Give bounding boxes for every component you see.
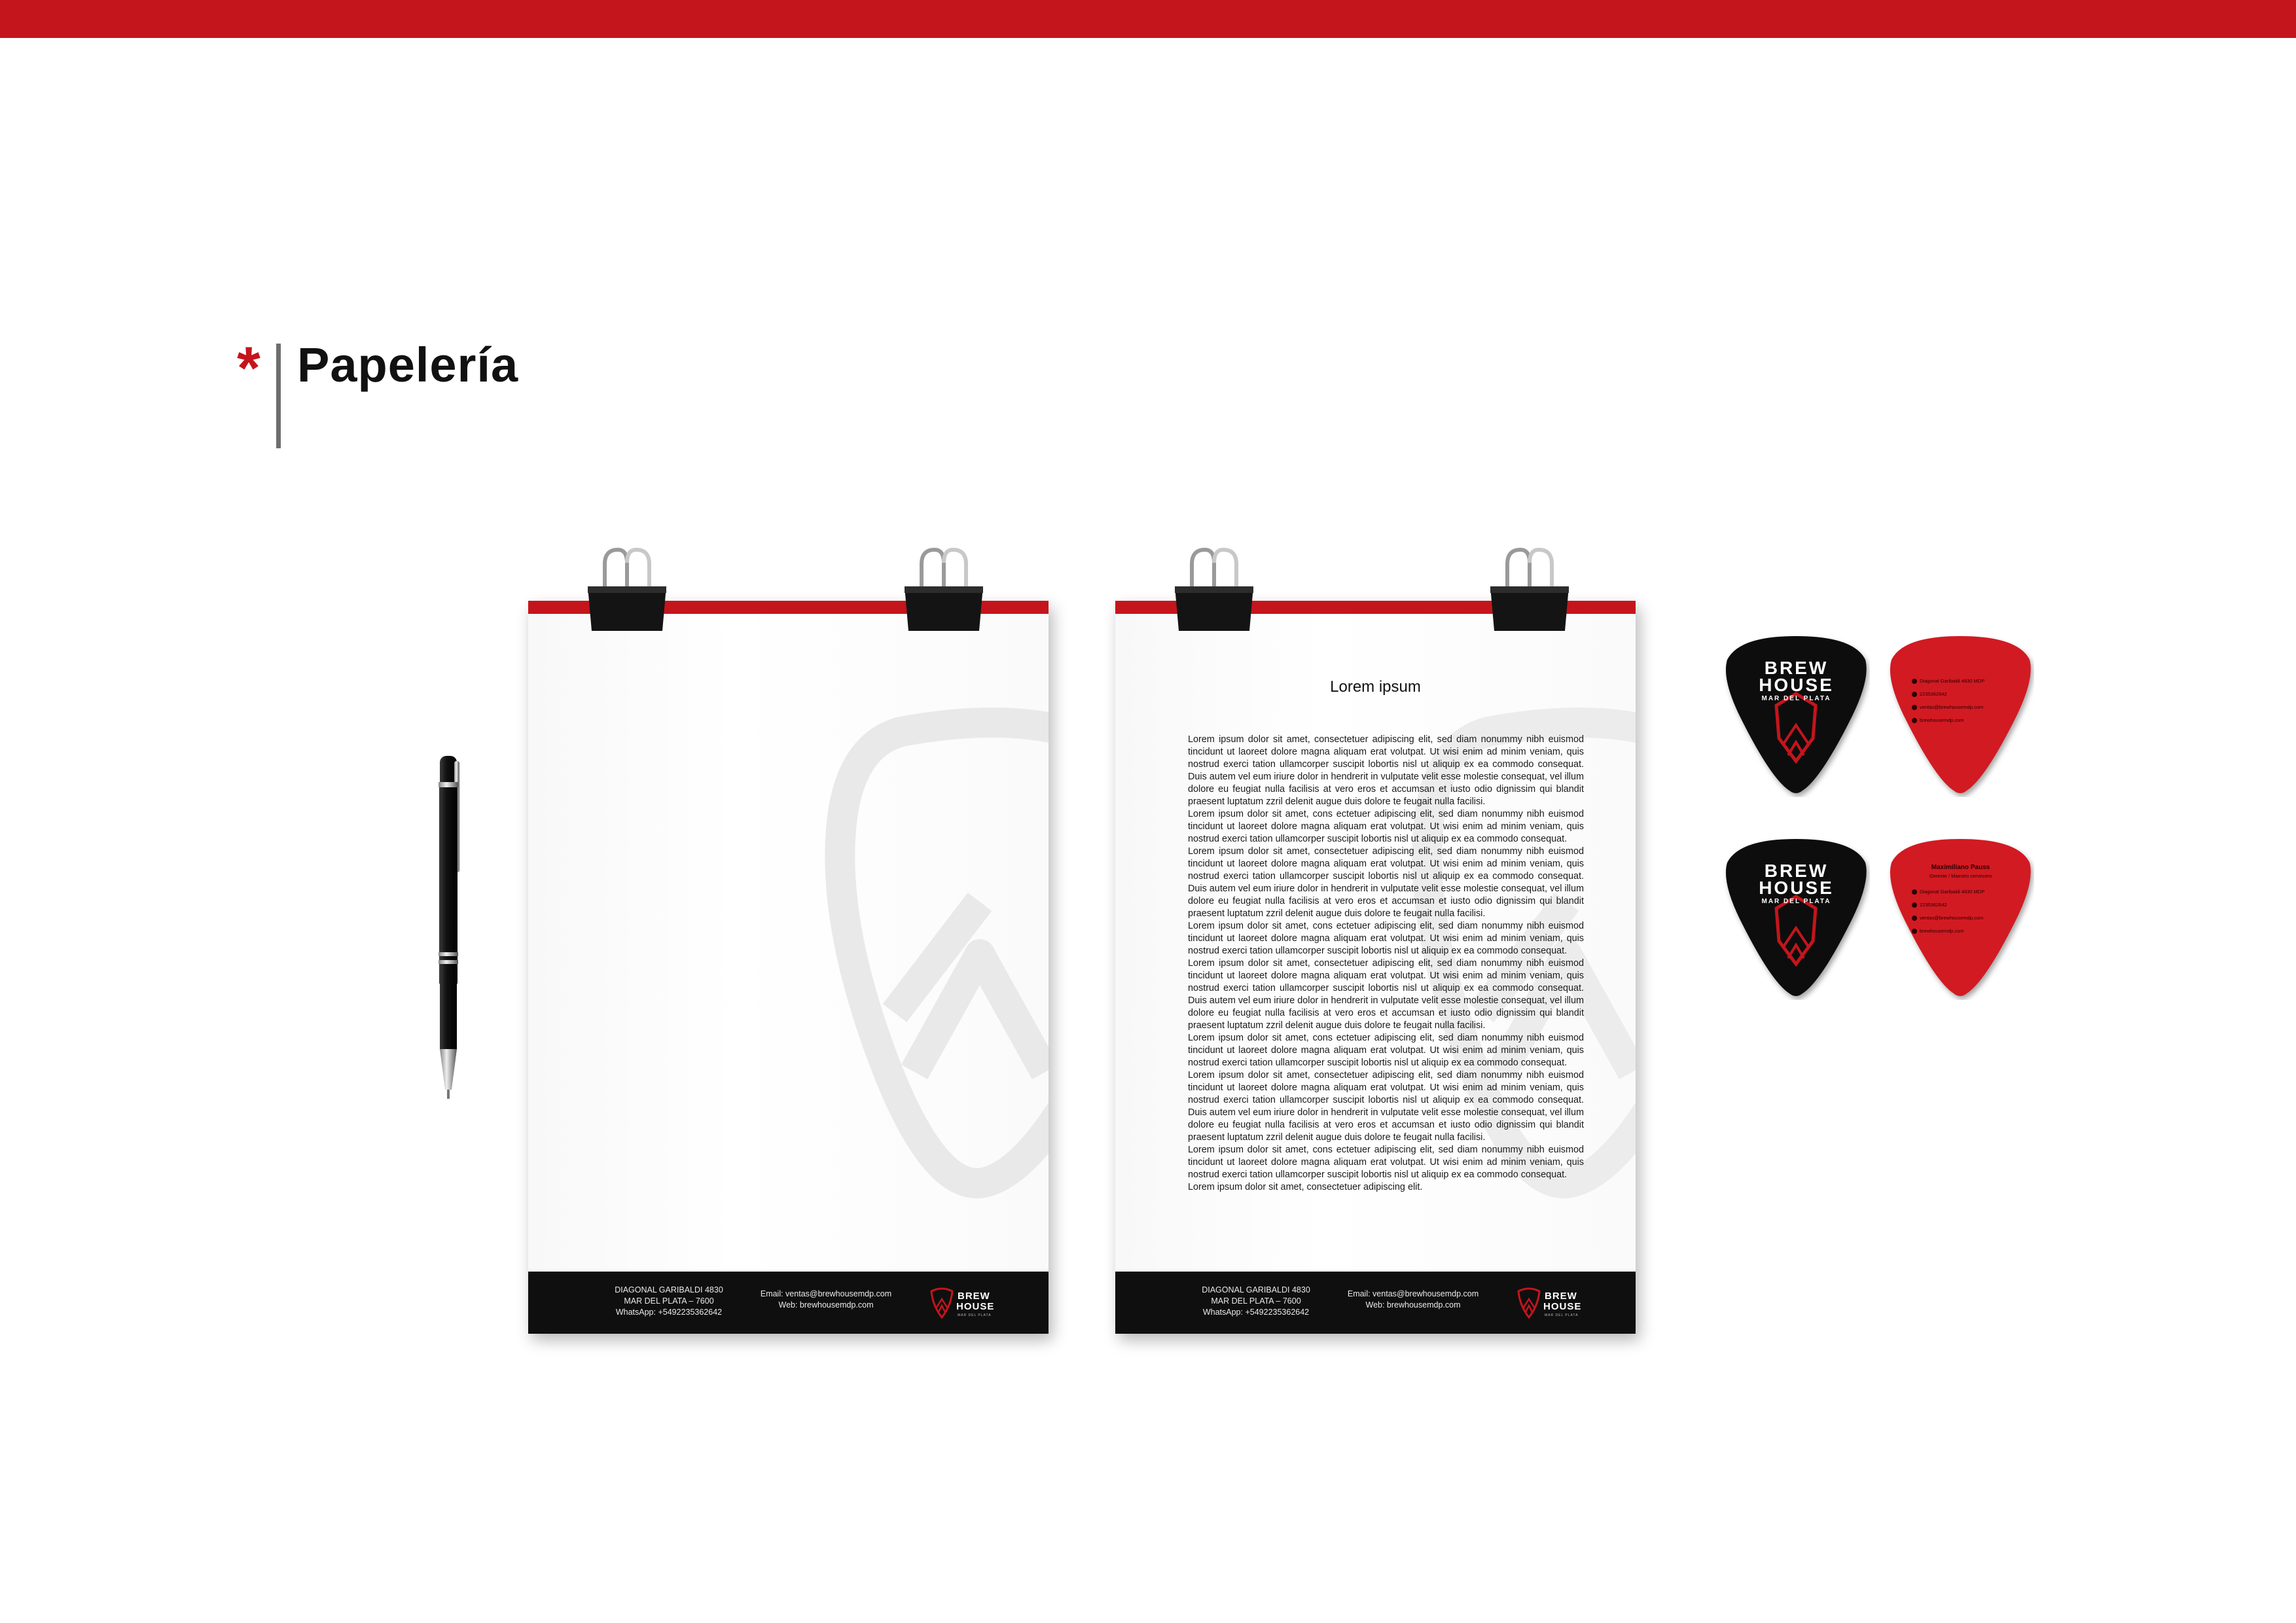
address-line: DIAGONAL GARIBALDI 4830: [615, 1285, 723, 1294]
svg-text:HOUSE: HOUSE: [1543, 1301, 1581, 1312]
card-web: brewhousemdp.com: [1920, 928, 1964, 934]
svg-text:MAR DEL PLATA: MAR DEL PLATA: [958, 1313, 992, 1317]
location-icon: [1912, 889, 1917, 895]
card-email: ventas@brewhousemdp.com: [1920, 915, 1984, 921]
binder-clip-icon: [588, 547, 666, 631]
business-card-front: BREW HOUSE MAR DEL PLATA: [1723, 633, 1870, 797]
logo-word-city: MAR DEL PLATA: [1761, 695, 1831, 702]
letterhead-blank: DIAGONAL GARIBALDI 4830 MAR DEL PLATA – …: [528, 601, 1049, 1334]
card-phone: 2235362642: [1920, 691, 1947, 697]
email-line: Email: ventas@brewhousemdp.com: [760, 1289, 892, 1298]
logo-word-city: MAR DEL PLATA: [1761, 898, 1831, 905]
letterhead-with-text: Lorem ipsum Lorem ipsum dolor sit amet, …: [1115, 601, 1636, 1334]
email-icon: [1912, 705, 1917, 710]
card-person-name: Maximiliano Pauss: [1931, 864, 1990, 871]
binder-clip-icon: [905, 547, 983, 631]
card-logo-text: BREW HOUSE MAR DEL PLATA: [1749, 659, 1844, 703]
binder-clip-icon: [1175, 547, 1253, 631]
svg-text:BREW: BREW: [958, 1291, 990, 1302]
section-heading: * Papelería: [237, 330, 695, 448]
card-person-role: Gerente / Maestro cervecero: [1929, 873, 1992, 879]
web-line: Web: brewhousemdp.com: [1365, 1300, 1461, 1310]
card-contact-info: Diagonal Garibaldi 4830 MDP 2235362642 v…: [1912, 678, 2017, 730]
email-line: Email: ventas@brewhousemdp.com: [1347, 1289, 1479, 1298]
card-logo-text: BREW HOUSE MAR DEL PLATA: [1749, 862, 1844, 906]
svg-text:MAR DEL PLATA: MAR DEL PLATA: [1545, 1313, 1579, 1317]
binder-clip-icon: [1490, 547, 1569, 631]
logo-word-house: HOUSE: [1759, 878, 1834, 898]
web-icon: [1912, 929, 1917, 934]
footer-contact: Email: ventas@brewhousemdp.com Web: brew…: [754, 1289, 898, 1311]
address-line: DIAGONAL GARIBALDI 4830: [1202, 1285, 1310, 1294]
heading-divider: [276, 344, 281, 448]
page-title: Papelería: [297, 338, 519, 392]
business-card-back: Diagonal Garibaldi 4830 MDP 2235362642 v…: [1887, 633, 2034, 797]
letterhead-footer: DIAGONAL GARIBALDI 4830 MAR DEL PLATA – …: [528, 1272, 1049, 1334]
web-line: Web: brewhousemdp.com: [778, 1300, 874, 1310]
phone-icon: [1912, 902, 1917, 908]
asterisk-marker: *: [237, 335, 260, 402]
svg-text:HOUSE: HOUSE: [956, 1301, 994, 1312]
top-brand-band: [0, 0, 2296, 38]
business-card-front: BREW HOUSE MAR DEL PLATA: [1723, 836, 1870, 1000]
whatsapp-line: WhatsApp: +5492235362642: [615, 1308, 723, 1317]
card-address: Diagonal Garibaldi 4830 MDP: [1920, 889, 1985, 895]
logo-word-house: HOUSE: [1759, 675, 1834, 695]
letterhead-footer: DIAGONAL GARIBALDI 4830 MAR DEL PLATA – …: [1115, 1272, 1636, 1334]
card-email: ventas@brewhousemdp.com: [1920, 704, 1984, 710]
letter-body: Lorem ipsum dolor sit amet, consectetuer…: [1188, 734, 1584, 1192]
card-contact-info: Diagonal Garibaldi 4830 MDP 2235362642 v…: [1912, 889, 2017, 941]
svg-text:BREW: BREW: [1545, 1291, 1577, 1302]
whatsapp-line: WhatsApp: +5492235362642: [1202, 1308, 1310, 1317]
brewhouse-logo-icon: BREW HOUSE MAR DEL PLATA: [930, 1287, 994, 1319]
pen-icon: [439, 756, 459, 1099]
card-phone: 2235362642: [1920, 902, 1947, 908]
location-icon: [1912, 679, 1917, 684]
footer-contact: Email: ventas@brewhousemdp.com Web: brew…: [1341, 1289, 1485, 1311]
card-web: brewhousemdp.com: [1920, 717, 1964, 723]
phone-icon: [1912, 692, 1917, 697]
email-icon: [1912, 916, 1917, 921]
business-card-back-personal: Maximiliano Pauss Gerente / Maestro cerv…: [1887, 836, 2034, 1000]
card-address: Diagonal Garibaldi 4830 MDP: [1920, 678, 1985, 684]
letter-title: Lorem ipsum: [1330, 678, 1421, 696]
footer-address: DIAGONAL GARIBALDI 4830 MAR DEL PLATA – …: [603, 1285, 734, 1318]
footer-address: DIAGONAL GARIBALDI 4830 MAR DEL PLATA – …: [1191, 1285, 1321, 1318]
city-line: MAR DEL PLATA – 7600: [624, 1296, 714, 1306]
brewhouse-logo-icon: BREW HOUSE MAR DEL PLATA: [1517, 1287, 1581, 1319]
web-icon: [1912, 718, 1917, 723]
pick-watermark-icon: [825, 707, 1049, 1199]
city-line: MAR DEL PLATA – 7600: [1211, 1296, 1301, 1306]
